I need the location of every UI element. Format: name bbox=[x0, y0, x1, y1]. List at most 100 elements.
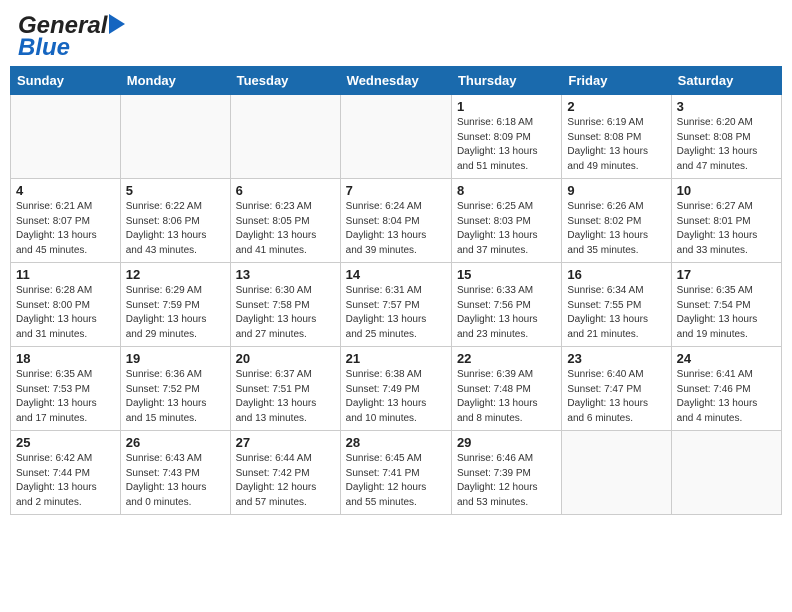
day-info: Sunrise: 6:24 AMSunset: 8:04 PMDaylight:… bbox=[346, 200, 446, 258]
day-number: 5 bbox=[126, 183, 225, 198]
day-number: 21 bbox=[346, 351, 446, 366]
calendar-week-row: 1 Sunrise: 6:18 AMSunset: 8:09 PMDaylight… bbox=[11, 95, 782, 179]
day-number: 20 bbox=[236, 351, 335, 366]
day-number: 10 bbox=[677, 183, 776, 198]
calendar-day-10: 10 Sunrise: 6:27 AMSunset: 8:01 PMDayligh… bbox=[671, 179, 781, 263]
calendar-header-friday: Friday bbox=[562, 67, 671, 95]
calendar-header-monday: Monday bbox=[120, 67, 230, 95]
calendar-day-23: 23 Sunrise: 6:40 AMSunset: 7:47 PMDayligh… bbox=[562, 347, 671, 431]
calendar-day-14: 14Sunrise: 6:31 AMSunset: 7:57 PMDayligh… bbox=[340, 263, 451, 347]
calendar-header-thursday: Thursday bbox=[451, 67, 561, 95]
day-number: 24 bbox=[677, 351, 776, 366]
day-info: Sunrise: 6:25 AMSunset: 8:03 PMDaylight:… bbox=[457, 200, 556, 258]
day-info: Sunrise: 6:28 AMSunset: 8:00 PMDaylight:… bbox=[16, 284, 115, 342]
calendar-day-9: 9 Sunrise: 6:26 AMSunset: 8:02 PMDaylight… bbox=[562, 179, 671, 263]
day-info: Sunrise: 6:33 AMSunset: 7:56 PMDaylight:… bbox=[457, 284, 556, 342]
day-number: 9 bbox=[567, 183, 665, 198]
day-info: Sunrise: 6:23 AMSunset: 8:05 PMDaylight:… bbox=[236, 200, 335, 258]
day-info: Sunrise: 6:42 AMSunset: 7:44 PMDaylight:… bbox=[16, 452, 115, 510]
day-number: 22 bbox=[457, 351, 556, 366]
day-number: 13 bbox=[236, 267, 335, 282]
calendar-day-1: 1 Sunrise: 6:18 AMSunset: 8:09 PMDaylight… bbox=[451, 95, 561, 179]
calendar-table: SundayMondayTuesdayWednesdayThursdayFrid… bbox=[10, 66, 782, 515]
calendar-empty-cell bbox=[671, 431, 781, 515]
calendar-empty-cell bbox=[120, 95, 230, 179]
day-info: Sunrise: 6:40 AMSunset: 7:47 PMDaylight:… bbox=[567, 368, 665, 426]
calendar-day-21: 21 Sunrise: 6:38 AMSunset: 7:49 PMDayligh… bbox=[340, 347, 451, 431]
calendar-week-row: 11 Sunrise: 6:28 AMSunset: 8:00 PMDayligh… bbox=[11, 263, 782, 347]
day-info: Sunrise: 6:39 AMSunset: 7:48 PMDaylight:… bbox=[457, 368, 556, 426]
calendar-day-19: 19Sunrise: 6:36 AMSunset: 7:52 PMDayligh… bbox=[120, 347, 230, 431]
calendar-header-tuesday: Tuesday bbox=[230, 67, 340, 95]
calendar-day-17: 17 Sunrise: 6:35 AMSunset: 7:54 PMDayligh… bbox=[671, 263, 781, 347]
day-info: Sunrise: 6:45 AMSunset: 7:41 PMDaylight:… bbox=[346, 452, 446, 510]
calendar-wrapper: SundayMondayTuesdayWednesdayThursdayFrid… bbox=[0, 66, 792, 515]
calendar-week-row: 4 Sunrise: 6:21 AMSunset: 8:07 PMDaylight… bbox=[11, 179, 782, 263]
calendar-day-18: 18 Sunrise: 6:35 AMSunset: 7:53 PMDayligh… bbox=[11, 347, 121, 431]
calendar-day-11: 11 Sunrise: 6:28 AMSunset: 8:00 PMDayligh… bbox=[11, 263, 121, 347]
day-info: Sunrise: 6:22 AMSunset: 8:06 PMDaylight:… bbox=[126, 200, 225, 258]
day-number: 7 bbox=[346, 183, 446, 198]
calendar-empty-cell bbox=[340, 95, 451, 179]
calendar-day-29: 29Sunrise: 6:46 AMSunset: 7:39 PMDayligh… bbox=[451, 431, 561, 515]
day-info: Sunrise: 6:20 AMSunset: 8:08 PMDaylight:… bbox=[677, 116, 776, 174]
day-info: Sunrise: 6:30 AMSunset: 7:58 PMDaylight:… bbox=[236, 284, 335, 342]
calendar-week-row: 18 Sunrise: 6:35 AMSunset: 7:53 PMDayligh… bbox=[11, 347, 782, 431]
day-info: Sunrise: 6:35 AMSunset: 7:53 PMDaylight:… bbox=[16, 368, 115, 426]
day-number: 8 bbox=[457, 183, 556, 198]
day-info: Sunrise: 6:41 AMSunset: 7:46 PMDaylight:… bbox=[677, 368, 776, 426]
day-info: Sunrise: 6:37 AMSunset: 7:51 PMDaylight:… bbox=[236, 368, 335, 426]
day-info: Sunrise: 6:46 AMSunset: 7:39 PMDaylight:… bbox=[457, 452, 556, 510]
calendar-day-3: 3 Sunrise: 6:20 AMSunset: 8:08 PMDaylight… bbox=[671, 95, 781, 179]
day-number: 27 bbox=[236, 435, 335, 450]
day-info: Sunrise: 6:21 AMSunset: 8:07 PMDaylight:… bbox=[16, 200, 115, 258]
calendar-day-13: 13 Sunrise: 6:30 AMSunset: 7:58 PMDayligh… bbox=[230, 263, 340, 347]
day-info: Sunrise: 6:19 AMSunset: 8:08 PMDaylight:… bbox=[567, 116, 665, 174]
calendar-header-row: SundayMondayTuesdayWednesdayThursdayFrid… bbox=[11, 67, 782, 95]
calendar-day-12: 12Sunrise: 6:29 AMSunset: 7:59 PMDayligh… bbox=[120, 263, 230, 347]
day-number: 25 bbox=[16, 435, 115, 450]
calendar-week-row: 25 Sunrise: 6:42 AMSunset: 7:44 PMDayligh… bbox=[11, 431, 782, 515]
day-info: Sunrise: 6:43 AMSunset: 7:43 PMDaylight:… bbox=[126, 452, 225, 510]
day-info: Sunrise: 6:35 AMSunset: 7:54 PMDaylight:… bbox=[677, 284, 776, 342]
day-number: 23 bbox=[567, 351, 665, 366]
calendar-day-8: 8 Sunrise: 6:25 AMSunset: 8:03 PMDaylight… bbox=[451, 179, 561, 263]
logo-blue: Blue bbox=[18, 34, 70, 62]
day-info: Sunrise: 6:34 AMSunset: 7:55 PMDaylight:… bbox=[567, 284, 665, 342]
day-info: Sunrise: 6:44 AMSunset: 7:42 PMDaylight:… bbox=[236, 452, 335, 510]
day-info: Sunrise: 6:26 AMSunset: 8:02 PMDaylight:… bbox=[567, 200, 665, 258]
day-info: Sunrise: 6:27 AMSunset: 8:01 PMDaylight:… bbox=[677, 200, 776, 258]
calendar-day-24: 24 Sunrise: 6:41 AMSunset: 7:46 PMDayligh… bbox=[671, 347, 781, 431]
calendar-empty-cell bbox=[11, 95, 121, 179]
calendar-day-16: 16 Sunrise: 6:34 AMSunset: 7:55 PMDayligh… bbox=[562, 263, 671, 347]
day-number: 2 bbox=[567, 99, 665, 114]
day-number: 14 bbox=[346, 267, 446, 282]
calendar-empty-cell bbox=[230, 95, 340, 179]
calendar-day-20: 20 Sunrise: 6:37 AMSunset: 7:51 PMDayligh… bbox=[230, 347, 340, 431]
calendar-day-26: 26 Sunrise: 6:43 AMSunset: 7:43 PMDayligh… bbox=[120, 431, 230, 515]
calendar-day-4: 4 Sunrise: 6:21 AMSunset: 8:07 PMDaylight… bbox=[11, 179, 121, 263]
day-number: 19 bbox=[126, 351, 225, 366]
day-info: Sunrise: 6:29 AMSunset: 7:59 PMDaylight:… bbox=[126, 284, 225, 342]
day-number: 18 bbox=[16, 351, 115, 366]
day-number: 28 bbox=[346, 435, 446, 450]
calendar-day-15: 15 Sunrise: 6:33 AMSunset: 7:56 PMDayligh… bbox=[451, 263, 561, 347]
calendar-day-7: 7 Sunrise: 6:24 AMSunset: 8:04 PMDaylight… bbox=[340, 179, 451, 263]
day-info: Sunrise: 6:18 AMSunset: 8:09 PMDaylight:… bbox=[457, 116, 556, 174]
logo-arrow-icon bbox=[109, 14, 125, 34]
calendar-header-wednesday: Wednesday bbox=[340, 67, 451, 95]
day-number: 3 bbox=[677, 99, 776, 114]
day-number: 4 bbox=[16, 183, 115, 198]
calendar-day-28: 28 Sunrise: 6:45 AMSunset: 7:41 PMDayligh… bbox=[340, 431, 451, 515]
day-number: 16 bbox=[567, 267, 665, 282]
calendar-day-5: 5 Sunrise: 6:22 AMSunset: 8:06 PMDaylight… bbox=[120, 179, 230, 263]
logo: General Blue bbox=[18, 12, 125, 62]
calendar-day-25: 25 Sunrise: 6:42 AMSunset: 7:44 PMDayligh… bbox=[11, 431, 121, 515]
day-number: 11 bbox=[16, 267, 115, 282]
day-info: Sunrise: 6:38 AMSunset: 7:49 PMDaylight:… bbox=[346, 368, 446, 426]
calendar-day-22: 22 Sunrise: 6:39 AMSunset: 7:48 PMDayligh… bbox=[451, 347, 561, 431]
day-number: 17 bbox=[677, 267, 776, 282]
day-number: 26 bbox=[126, 435, 225, 450]
day-number: 15 bbox=[457, 267, 556, 282]
day-number: 1 bbox=[457, 99, 556, 114]
